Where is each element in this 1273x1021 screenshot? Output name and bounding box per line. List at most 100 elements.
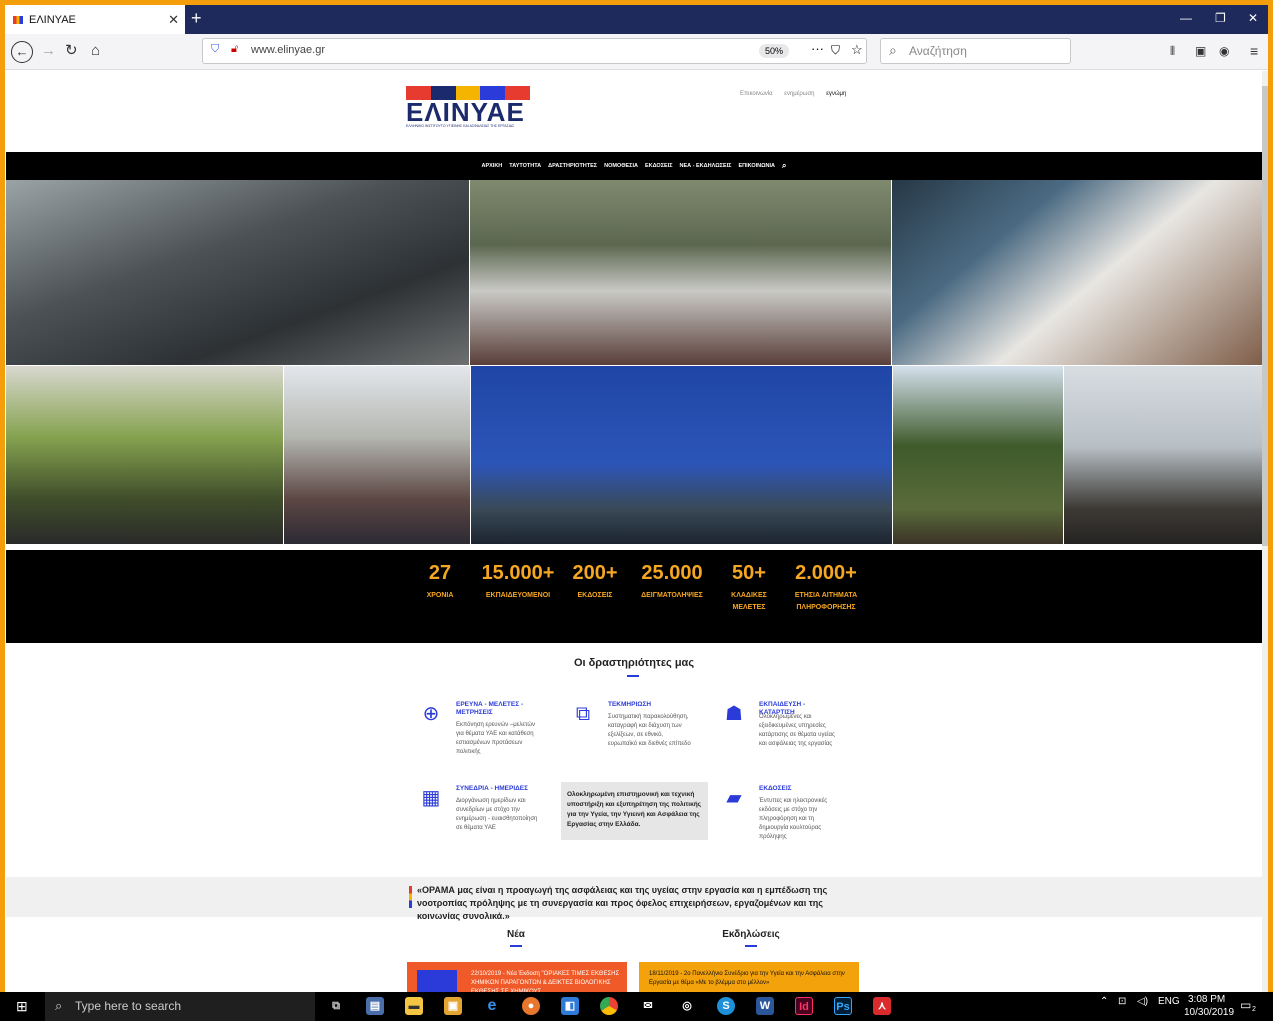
event-item[interactable]: 18/11/2019 - 2ο Πανελλήνιο Συνέδριο για … [639,962,859,992]
photo-conference[interactable] [6,180,469,365]
title-underline [627,675,639,677]
pocket-icon[interactable]: ⛉ [831,43,840,58]
copy-icon: ⧉ [575,703,591,725]
book-icon: ▰ [726,787,742,809]
photo-laboratory[interactable] [892,180,1262,365]
chrome-icon[interactable] [600,997,618,1015]
page-scrollbar[interactable] [1262,71,1268,992]
vision-quote: «ΟΡΑΜΑ μας είναι η προαγωγή της ασφάλεια… [6,877,1262,921]
event-item-text: 18/11/2019 - 2ο Πανελλήνιο Συνέδριο για … [649,971,845,986]
photo-hardhat-group[interactable] [471,366,892,544]
menu-item-legislation[interactable]: ΝΟΜΟΘΕΣΙΑ [604,163,638,169]
acrobat-icon[interactable]: ⋏ [873,997,891,1015]
menu-item-identity[interactable]: ΤΑΥΤΟΤΗΤΑ [509,163,541,169]
language-indicator[interactable]: ENG [1158,996,1180,1007]
site-logo[interactable]: ΕΛΙΝΥΑΕ ΕΛΛΗΝΙΚΟ ΙΝΣΤΙΤΟΥΤΟ ΥΓΙΕΙΝΗΣ ΚΑΙ… [406,86,530,142]
mail-icon[interactable]: ✉ [639,997,657,1015]
site-favicon-icon [13,15,23,24]
app-circle-icon[interactable]: ◎ [678,997,696,1015]
firefox-icon[interactable]: ● [522,997,540,1015]
photo-gallery [6,180,1262,544]
logo-text: ΕΛΙΝΥΑΕ [406,97,525,127]
skype-icon[interactable]: S [717,997,735,1015]
photo-outdoor-group[interactable] [6,366,283,544]
photo-team[interactable] [1064,366,1262,544]
browser-tab[interactable]: ΕΛΙΝΥΑΕ ✕ [5,5,185,34]
notification-count: 2 [1252,1006,1256,1013]
indesign-icon[interactable]: Id [795,997,813,1015]
quote-color-bar [409,886,412,908]
news-item[interactable]: 22/10/2019 - Νέα Έκδοση "ΟΡΙΑΚΕΣ ΤΙΜΕΣ Ε… [407,962,627,992]
notifications-icon[interactable]: ▭ [1240,998,1251,1012]
menu-item-contact[interactable]: ΕΠΙΚΟΙΝΩΝΙΑ [738,163,775,169]
stat-info-requests: 2.000+ ΕΤΗΣΙΑ ΑΙΤΗΜΑΤΑ ΠΛΗΡΟΦΟΡΗΣΗΣ [794,562,858,611]
menu-icon[interactable]: ≡ [1250,41,1258,61]
nav-toolbar: ← → ↻ ⌂ ⛉ 🔓︎ www.elinyae.gr 50% ··· ⛉ ☆ … [5,34,1268,70]
tab-bar: ΕΛΙΝΥΑΕ ✕ + — ❐ ✕ [5,5,1268,34]
windows-start-icon[interactable]: ⊞ [16,998,28,1015]
top-link[interactable]: Επικοινωνία [740,91,773,97]
stats-bar: 27 ΧΡΟΝΙΑ 15.000+ ΕΚΠΑΙΔΕΥΟΜΕΝΟΙ 200+ ΕΚΔΟΣ… [6,550,1262,643]
insecure-lock-icon[interactable]: 🔓︎ [231,43,238,56]
logo-subtitle: ΕΛΛΗΝΙΚΟ ΙΝΣΤΙΤΟΥΤΟ ΥΓΙΕΙΝΗΣ ΚΑΙ ΑΣΦΑΛΕΙ… [406,124,515,128]
sidebar-icon[interactable]: ▣ [1195,41,1206,61]
menu-item-home[interactable]: ΑΡΧΙΚΗ [481,163,502,169]
store-icon[interactable]: ◧ [561,997,579,1015]
top-link[interactable]: εγνώμη [826,91,846,97]
events-title: Εκδηλώσεις [722,929,780,940]
forward-arrow-icon[interactable]: → [41,41,56,61]
new-tab-icon[interactable]: + [191,8,202,29]
search-icon[interactable]: ⌕ [782,161,786,171]
restore-icon[interactable]: ❐ [1215,11,1226,25]
word-icon[interactable]: W [756,997,774,1015]
search-box[interactable]: Αναζήτηση [880,38,1071,64]
news-item-text: 22/10/2019 - Νέα Έκδοση "ΟΡΙΑΚΕΣ ΤΙΜΕΣ Ε… [471,971,620,992]
address-bar[interactable]: ⛉ 🔓︎ www.elinyae.gr 50% ··· ⛉ ☆ [202,38,867,64]
activity-title: ΕΚΔΟΣΕΙΣ [759,785,792,792]
main-menu: ΑΡΧΙΚΗ ΤΑΥΤΟΤΗΤΑ ΔΡΑΣΤΗΡΙΟΤΗΤΕΣ ΝΟΜΟΘΕΣΙ… [6,152,1262,180]
network-icon[interactable]: ⊡ [1118,996,1126,1007]
photo-garden[interactable] [893,366,1063,544]
url-text[interactable]: www.elinyae.gr [251,44,325,56]
stat-samplings: 25.000 ΔΕΙΓΜΑΤΟΛΗΨΙΕΣ [641,562,703,599]
stat-years: 27 ΧΡΟΝΙΑ [426,562,454,599]
web-page: ΕΛΙΝΥΑΕ ΕΛΛΗΝΙΚΟ ΙΝΣΤΙΤΟΥΤΟ ΥΓΙΕΙΝΗΣ ΚΑΙ… [6,71,1262,992]
photo-utility-worker[interactable] [284,366,470,544]
vision-text: «ΟΡΑΜΑ μας είναι η προαγωγή της ασφάλεια… [417,885,828,921]
page-actions-icon[interactable]: ··· [811,41,824,56]
photo-workers-outdoor[interactable] [470,180,891,365]
photoshop-icon[interactable]: Ps [834,997,852,1015]
tab-title: ΕΛΙΝΥΑΕ [29,13,76,26]
menu-item-activities[interactable]: ΔΡΑΣΤΗΡΙΟΤΗΤΕΣ [548,163,597,169]
app-icon[interactable]: ▤ [366,997,384,1015]
clock-time[interactable]: 3:08 PM [1188,994,1225,1005]
reload-icon[interactable]: ↻ [65,41,78,61]
close-window-icon[interactable]: ✕ [1248,11,1258,25]
back-arrow-icon[interactable]: ← [11,41,33,63]
windows-taskbar: ⊞ Type here to search ⌕ ⧉ ▤ ▬ ▣ e ● ◧ ✉ … [0,992,1273,1021]
stat-sector-studies: 50+ ΚΛΑΔΙΚΕΣ ΜΕΛΕΤΕΣ [731,562,767,611]
account-icon[interactable]: ◉ [1219,41,1229,61]
task-view-icon[interactable]: ⧉ [327,997,345,1015]
menu-item-news-events[interactable]: ΝΕΑ - ΕΚΔΗΛΩΣΕΙΣ [680,163,732,169]
volume-icon[interactable]: ◁) [1137,996,1148,1007]
top-link[interactable]: ενημέρωση [784,91,814,97]
file-explorer-icon[interactable]: ▬ [405,997,423,1015]
menu-item-publications[interactable]: ΕΚΔΟΣΕΙΣ [645,163,673,169]
library-icon[interactable]: ⫴ [1170,41,1175,61]
edge-icon[interactable]: e [483,997,501,1015]
home-icon[interactable]: ⌂ [91,41,100,61]
photos-icon[interactable]: ▣ [444,997,462,1015]
shield-icon[interactable]: ⛉ [211,43,219,56]
stat-publications: 200+ ΕΚΔΟΣΕΙΣ [572,562,618,599]
bookmark-star-icon[interactable]: ☆ [851,42,863,58]
search-icon: ⌕ [55,998,63,1013]
clock-date[interactable]: 10/30/2019 [1184,1007,1234,1018]
tray-chevron-icon[interactable]: ⌃ [1100,996,1108,1007]
mission-box: Ολοκληρωμένη επιστημονική και τεχνική υπ… [561,782,708,840]
close-tab-icon[interactable]: ✕ [168,12,179,28]
zoom-level[interactable]: 50% [759,44,790,58]
activity-desc: Έντυπες και ηλεκτρονικές εκδόσεις με στό… [759,798,828,840]
minimize-icon[interactable]: — [1180,11,1192,25]
taskbar-search[interactable]: Type here to search [45,992,315,1021]
